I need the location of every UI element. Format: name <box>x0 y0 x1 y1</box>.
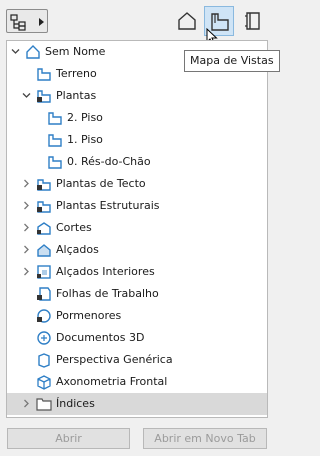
chevron-down-icon[interactable] <box>22 91 31 100</box>
tree-row-label: Plantas de Tecto <box>56 177 146 190</box>
chevron-down-icon[interactable] <box>11 47 20 56</box>
section-icon <box>37 222 51 235</box>
dropdown-arrow-icon <box>39 18 44 26</box>
layout-book-icon <box>245 12 260 30</box>
tree-row[interactable]: Perspectiva Genérica <box>7 349 267 371</box>
chevron-right-icon[interactable] <box>22 399 31 408</box>
tree-row[interactable]: Índices <box>7 393 267 415</box>
tree-row-label: Terreno <box>56 67 97 80</box>
view-map-tree: Sem Nome Terreno Plantas 2. Piso 1. Piso 0. R… <box>6 40 268 418</box>
tree-row-label: Índices <box>56 397 95 410</box>
tooltip: Mapa de Vistas <box>184 50 280 72</box>
folder-blue-icon <box>48 112 62 125</box>
tree-row[interactable]: Plantas <box>7 85 267 107</box>
structural-plan-icon <box>37 201 51 213</box>
tree-row-label: 1. Piso <box>67 133 103 146</box>
project-map-icon <box>178 12 196 30</box>
3d-document-icon <box>37 331 51 345</box>
tree-row-label: Sem Nome <box>45 45 106 58</box>
tree-row-label: Plantas <box>56 89 97 102</box>
folder-blue-icon <box>48 156 62 169</box>
tree-structure-icon <box>10 14 26 31</box>
interior-elevation-icon <box>37 265 51 279</box>
tree-row[interactable]: 2. Piso <box>7 107 267 129</box>
chevron-right-icon[interactable] <box>22 267 31 276</box>
elevation-icon <box>37 244 51 257</box>
folder-blue-icon <box>37 68 51 81</box>
tree-row[interactable]: Cortes <box>7 217 267 239</box>
tree-row[interactable]: Folhas de Trabalho <box>7 283 267 305</box>
floorplan-folder-icon <box>37 90 51 103</box>
chevron-right-icon[interactable] <box>22 245 31 254</box>
tree-row-label: Alçados <box>56 243 99 256</box>
tree-row-label: Folhas de Trabalho <box>56 287 159 300</box>
project-map-button[interactable] <box>172 6 202 36</box>
toolbar <box>0 0 274 46</box>
open-button[interactable]: Abrir <box>7 428 130 449</box>
tree-row-label: Cortes <box>56 221 92 234</box>
tree-row-label: Axonometria Frontal <box>56 375 168 388</box>
tree-row[interactable]: Axonometria Frontal <box>7 371 267 393</box>
ceiling-plan-icon <box>37 179 51 191</box>
tree-row-label: 2. Piso <box>67 111 103 124</box>
perspective-icon <box>38 353 50 368</box>
tree-row[interactable]: Documentos 3D <box>7 327 267 349</box>
tree-row[interactable]: Alçados Interiores <box>7 261 267 283</box>
tree-row[interactable]: Alçados <box>7 239 267 261</box>
tree-row-label: Alçados Interiores <box>56 265 155 278</box>
worksheet-icon <box>37 287 51 301</box>
chevron-right-icon[interactable] <box>22 223 31 232</box>
chevron-right-icon[interactable] <box>22 201 31 210</box>
tree-row[interactable]: 0. Rés-do-Chão <box>7 151 267 173</box>
tree-row[interactable]: Plantas de Tecto <box>7 173 267 195</box>
folder-icon <box>36 398 52 411</box>
open-new-tab-button[interactable]: Abrir em Novo Tab <box>143 428 267 449</box>
project-root-icon <box>26 45 40 59</box>
tree-row-label: Perspectiva Genérica <box>56 353 173 366</box>
tree-row[interactable]: Pormenores <box>7 305 267 327</box>
folder-blue-icon <box>48 134 62 147</box>
chevron-right-icon[interactable] <box>22 179 31 188</box>
tree-row[interactable]: 1. Piso <box>7 129 267 151</box>
detail-icon <box>37 309 51 323</box>
layout-book-button[interactable] <box>238 6 268 36</box>
tree-row-label: Documentos 3D <box>56 331 145 344</box>
tree-row-label: 0. Rés-do-Chão <box>67 155 151 168</box>
tree-row-label: Plantas Estruturais <box>56 199 160 212</box>
tree-row-label: Pormenores <box>56 309 122 322</box>
tree-row[interactable]: Plantas Estruturais <box>7 195 267 217</box>
axonometry-icon <box>37 375 51 390</box>
navigator-menu-button[interactable] <box>6 9 48 33</box>
